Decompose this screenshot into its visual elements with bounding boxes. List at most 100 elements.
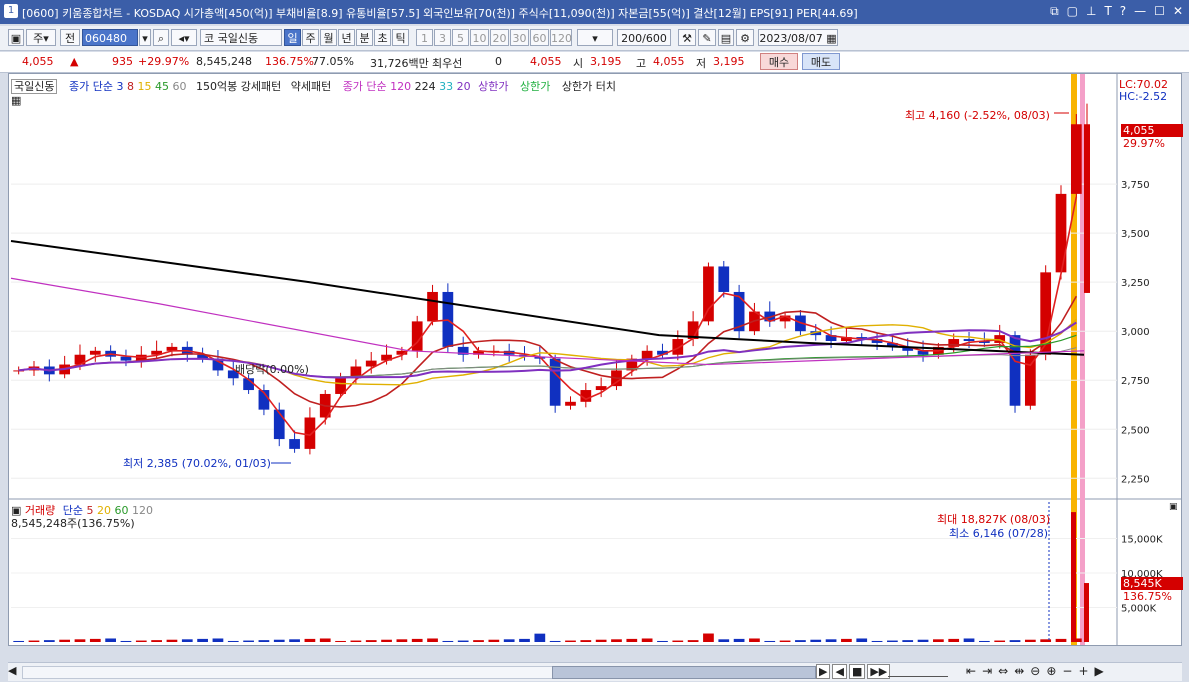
ma-period-60: 60 — [172, 80, 187, 93]
save-icon[interactable]: ▤ — [718, 29, 734, 46]
ma-label[interactable]: 종가 단순 — [69, 80, 113, 93]
period-tab-2[interactable]: 월 — [320, 29, 337, 46]
period-main-select[interactable]: 주▾ — [26, 29, 56, 46]
chart-area[interactable]: 2,250 2,500 2,750 3,000 3,250 3,500 3,750 5,000… — [8, 73, 1183, 646]
interval-button-120[interactable]: 120 — [550, 29, 572, 46]
interval-button-60[interactable]: 60 — [530, 29, 549, 46]
chart-canvas[interactable]: 2,250 2,500 2,750 3,000 3,250 3,500 3,750 5,000… — [9, 74, 1181, 645]
zoom-slider[interactable] — [888, 667, 948, 677]
pattern-weak[interactable]: 약세패턴 — [291, 80, 331, 93]
volume-tick-label: 5,000K — [1121, 604, 1157, 615]
volume-bar — [795, 640, 806, 642]
nav-next-icon[interactable]: ▶ — [816, 664, 831, 679]
settings-icon[interactable]: ▣ — [8, 29, 24, 46]
bottom-scroll-bar[interactable]: ◀ ▶ ◀ ■ ▶▶ ⇤ ⇥ ⇔ ⇹ ⊖ ⊕ − + ▶ — [8, 662, 1182, 681]
count-value: 200 — [621, 32, 643, 45]
close-icon[interactable]: ✕ — [1173, 4, 1183, 19]
pin-icon[interactable]: ⊥ — [1086, 4, 1096, 19]
candle-body — [89, 350, 101, 355]
tile-icon[interactable]: ▢ — [1067, 4, 1078, 19]
interval-select[interactable]: ▾ — [577, 29, 613, 46]
date-input[interactable]: 2023/08/07 ▦ — [758, 29, 838, 46]
scroll-thumb[interactable] — [552, 666, 816, 679]
volume-bar — [657, 640, 668, 642]
price-tag: 4,055 — [1121, 124, 1183, 137]
period-tab-4[interactable]: 분 — [356, 29, 373, 46]
stock-code-input[interactable]: 060480 — [82, 29, 138, 46]
interval-button-10[interactable]: 10 — [470, 29, 489, 46]
open-value: 3,195 — [590, 55, 622, 68]
expand-left-icon[interactable]: ⇤ — [966, 664, 976, 678]
grid-icon[interactable]: ▦ — [11, 94, 21, 107]
minus-icon[interactable]: − — [1062, 664, 1072, 678]
volume-bar — [810, 639, 822, 642]
nav-end-icon[interactable]: ▶▶ — [867, 664, 891, 679]
best-bid-label: 최우선 — [432, 57, 463, 70]
maximize-icon[interactable]: ☐ — [1154, 4, 1165, 19]
volume-bar — [626, 638, 638, 642]
volume-bar — [580, 640, 592, 642]
count-total: /600 — [642, 32, 667, 45]
minimize-icon[interactable]: — — [1134, 4, 1146, 19]
help-icon[interactable]: ? — [1120, 4, 1126, 19]
zoom-controls: ⇤ ⇥ ⇔ ⇹ ⊖ ⊕ − + ▶ — [966, 664, 1104, 678]
volume-ratio: 136.75% — [265, 55, 314, 68]
stock-name-field[interactable]: 코 국일신동 — [200, 29, 282, 46]
low-value: 3,195 — [713, 55, 745, 68]
zoom-out-icon[interactable]: ⊖ — [1030, 664, 1040, 678]
gear-icon[interactable]: ⚙ — [736, 29, 754, 46]
fit-icon[interactable]: ⇔ — [998, 664, 1008, 678]
volume-current: 8,545,248주(136.75%) — [11, 517, 135, 530]
font-icon[interactable]: T — [1104, 4, 1111, 19]
sound-icon[interactable]: ◂▾ — [171, 29, 197, 46]
period-tab-0[interactable]: 일 — [284, 29, 301, 46]
draw-icon[interactable]: ✎ — [698, 29, 716, 46]
limit-up-touch-label[interactable]: 상한가 터치 — [562, 80, 616, 93]
period-tab-5[interactable]: 초 — [374, 29, 391, 46]
candle-body — [289, 439, 300, 449]
interval-button-1[interactable]: 1 — [416, 29, 433, 46]
zoom-in-icon[interactable]: ⊕ — [1046, 664, 1056, 678]
window-number: 1 — [4, 4, 18, 18]
period-tab-1[interactable]: 주 — [302, 29, 319, 46]
chart-tools-icon[interactable]: ⚒ — [678, 29, 696, 46]
volume-bar — [473, 640, 484, 642]
interval-button-5[interactable]: 5 — [452, 29, 469, 46]
interval-button-20[interactable]: 20 — [490, 29, 509, 46]
plus-icon[interactable]: + — [1078, 664, 1088, 678]
pattern-150[interactable]: 150억봉 — [196, 80, 237, 93]
expand-right-icon[interactable]: ⇥ — [982, 664, 992, 678]
restore-icon[interactable]: ⧉ — [1050, 4, 1059, 19]
stock-tag[interactable]: 국일신동 — [11, 79, 58, 94]
view-mode-button[interactable]: 전 — [60, 29, 80, 46]
ma2-label[interactable]: 종가 단순 — [343, 80, 387, 93]
search-icon[interactable]: ⌕ — [153, 29, 169, 46]
compress-icon[interactable]: ⇹ — [1014, 664, 1024, 678]
limit-up-label-2[interactable]: 상한가 — [520, 80, 550, 93]
sell-button[interactable]: 매도 — [802, 53, 840, 70]
scroll-track[interactable] — [22, 666, 554, 679]
panel-close-icon[interactable]: ▣ — [1169, 502, 1178, 512]
window-controls: ⧉ ▢ ⊥ T ? — ☐ ✕ — [1050, 4, 1183, 19]
price-legend: 국일신동 종가 단순 3 8 15 45 60 150억봉 강세패턴 약세패턴 … — [11, 78, 616, 94]
count-input[interactable]: 200/600 — [617, 29, 671, 46]
scroll-right-icon[interactable]: ▶ — [1095, 664, 1104, 678]
volume-bar — [718, 639, 730, 642]
period-main-value: 주 — [33, 32, 44, 45]
period-tab-3[interactable]: 년 — [338, 29, 355, 46]
interval-button-3[interactable]: 3 — [434, 29, 451, 46]
volume-bar — [902, 640, 914, 642]
candle-body — [672, 339, 684, 355]
code-dropdown-icon[interactable]: ▾ — [139, 29, 151, 46]
buy-button[interactable]: 매수 — [760, 53, 798, 70]
price-change-pct: +29.97% — [138, 55, 190, 68]
period-tab-6[interactable]: 틱 — [392, 29, 409, 46]
ma-period-15: 15 — [137, 80, 152, 93]
limit-up-label-1[interactable]: 상한가 — [478, 80, 508, 93]
scroll-left-icon[interactable]: ◀ — [8, 664, 16, 677]
nav-stop-icon[interactable]: ■ — [848, 664, 866, 679]
nav-prev-icon[interactable]: ◀ — [832, 664, 847, 679]
interval-button-30[interactable]: 30 — [510, 29, 529, 46]
hc-label: HC:-2.52 — [1119, 90, 1168, 103]
pattern-strong[interactable]: 강세패턴 — [241, 80, 281, 93]
